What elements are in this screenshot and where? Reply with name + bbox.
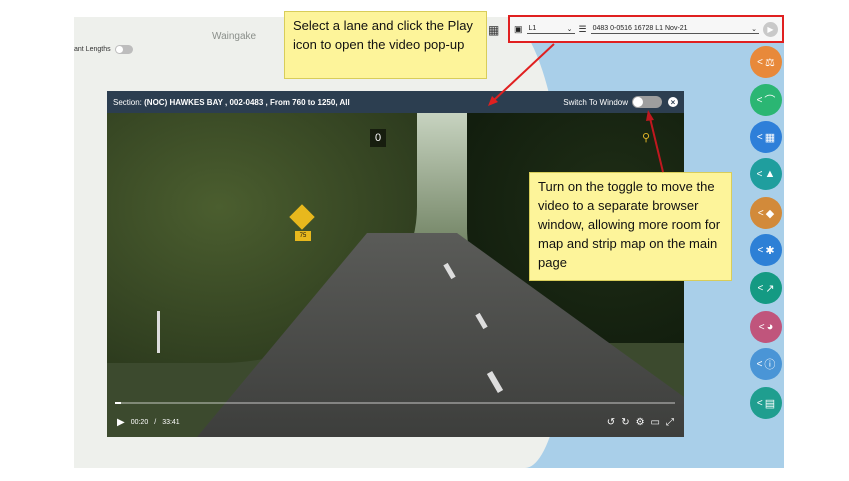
arrow-to-toggle [649,117,664,173]
arrow-to-selection [492,43,555,102]
callout-arrows [488,43,664,173]
arrowhead [646,110,654,121]
